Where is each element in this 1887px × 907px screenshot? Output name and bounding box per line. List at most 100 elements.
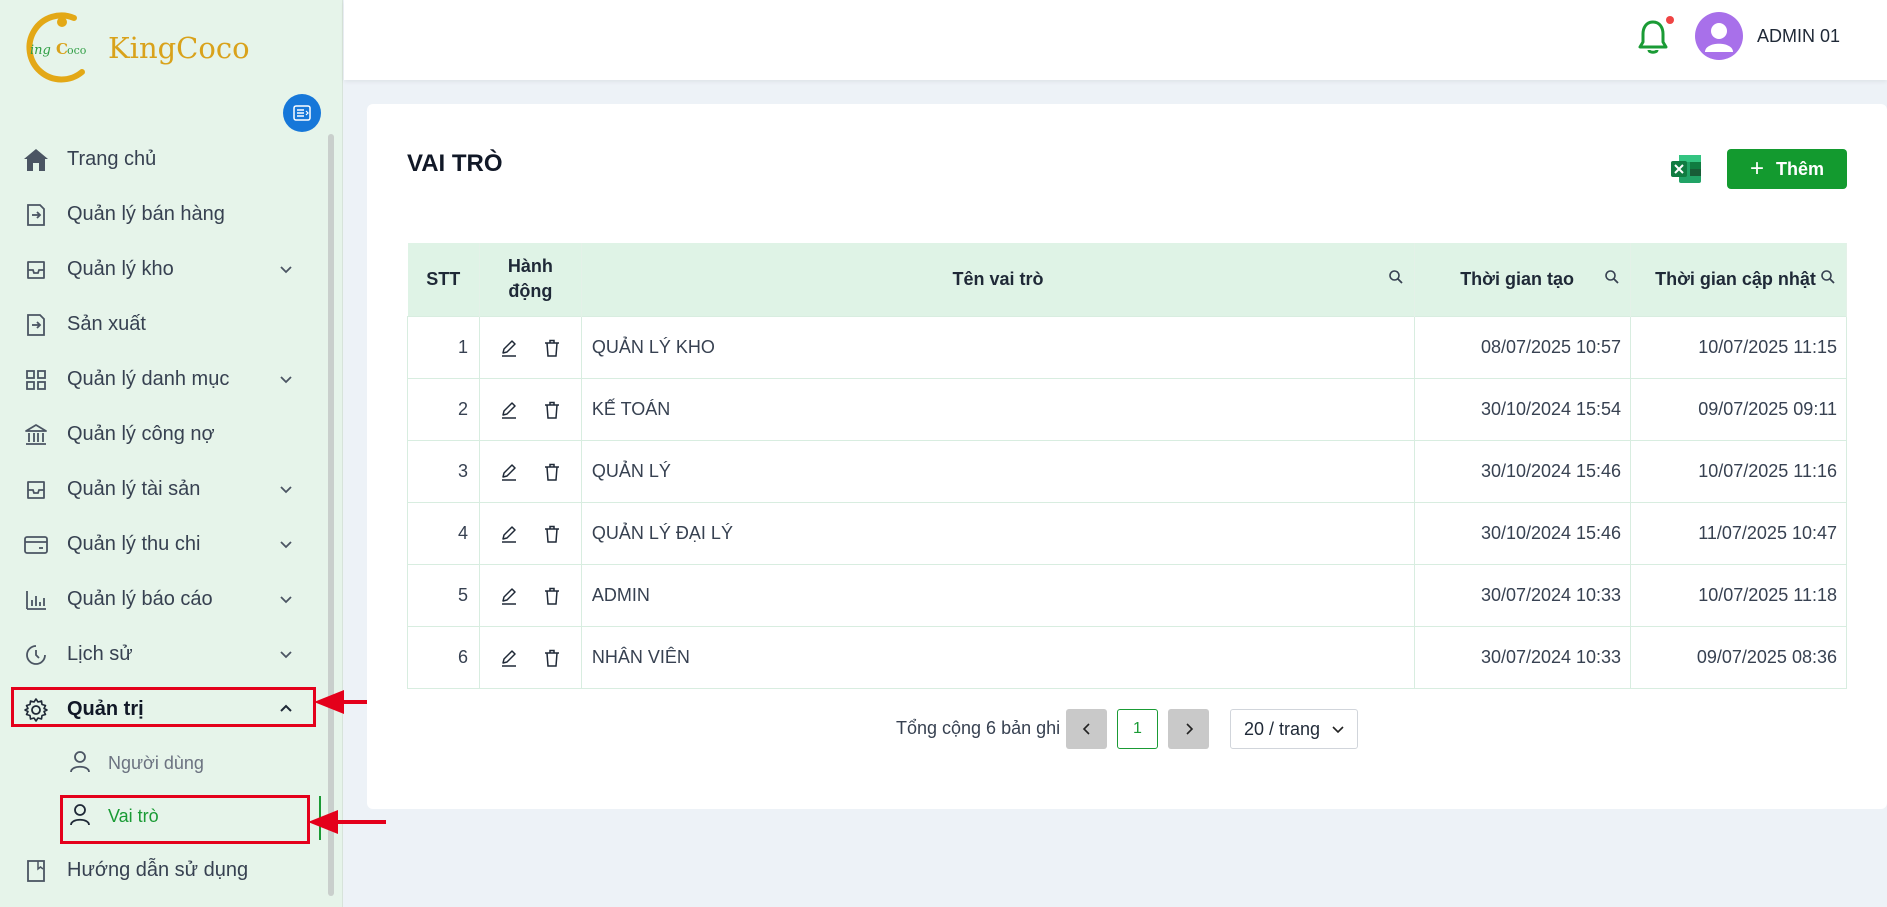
table-row: 5 ADMIN 30/07/2024 10:33 10/07/2025 11:1… [407, 563, 1847, 627]
sidebar-item-debts[interactable]: Quản lý công nợ [0, 407, 320, 462]
plus-icon: + [1749, 155, 1764, 182]
table-row: 4 QUẢN LÝ ĐẠI LÝ 30/10/2024 15:46 11/07/… [407, 501, 1847, 565]
edit-icon[interactable] [499, 400, 519, 420]
cell-created: 30/10/2024 15:54 [1414, 377, 1632, 441]
roles-table: STT Hành động Tên vai trò Thời gian tạo … [407, 243, 1847, 689]
chevron-left-icon [1082, 723, 1090, 735]
cell-updated: 10/07/2025 11:15 [1630, 315, 1847, 379]
column-header-label: Tên vai trò [952, 268, 1044, 289]
sidebar-item-income-expense[interactable]: Quản lý thu chi [0, 517, 320, 572]
sidebar-item-reports[interactable]: Quản lý báo cáo [0, 572, 320, 627]
page-size-select[interactable]: 20 / trang [1230, 709, 1358, 749]
add-button-label: Thêm [1776, 158, 1825, 179]
bar-chart-icon [22, 586, 50, 614]
delete-icon[interactable] [542, 524, 562, 544]
pagination: Tổng cộng 6 bản ghi 1 20 / trang [367, 707, 1887, 749]
chevron-down-icon [280, 266, 292, 274]
brand-logo[interactable]: ing C oco KingCoco [22, 10, 250, 86]
sidebar-item-label: Sản xuất [67, 313, 146, 335]
column-header-actions: Hành động [479, 243, 582, 316]
excel-export-icon[interactable] [1669, 152, 1703, 186]
pagination-next-button[interactable] [1168, 709, 1209, 749]
delete-icon[interactable] [542, 338, 562, 358]
cell-role-name: KẾ TOÁN [580, 377, 1416, 441]
sidebar-item-home[interactable]: Trang chủ [0, 132, 320, 187]
cell-actions [478, 439, 582, 503]
table-row: 2 KẾ TOÁN 30/10/2024 15:54 09/07/2025 09… [407, 377, 1847, 441]
edit-icon[interactable] [499, 524, 519, 544]
cell-actions [478, 501, 582, 565]
edit-icon[interactable] [499, 648, 519, 668]
cell-role-name: QUẢN LÝ [580, 439, 1416, 503]
sidebar-subitem-label: Người dùng [108, 753, 204, 773]
inbox-icon [22, 476, 50, 504]
search-icon[interactable] [1604, 269, 1620, 285]
sidebar-item-history[interactable]: Lịch sử [0, 627, 320, 682]
sidebar-item-categories[interactable]: Quản lý danh mục [0, 352, 320, 407]
bell-icon[interactable] [1636, 18, 1670, 56]
sidebar-item-label: Quản lý kho [67, 258, 174, 280]
sales-icon [22, 201, 50, 229]
cell-stt: 5 [407, 563, 480, 627]
cell-role-name: QUẢN LÝ KHO [580, 315, 1416, 379]
sidebar-item-warehouse[interactable]: Quản lý kho [0, 242, 320, 297]
cell-created: 30/07/2024 10:33 [1414, 625, 1632, 689]
user-name[interactable]: ADMIN 01 [1757, 26, 1840, 47]
pagination-total: Tổng cộng 6 bản ghi [896, 718, 1061, 738]
sidebar-item-label: Quản lý thu chi [67, 533, 201, 555]
avatar[interactable] [1695, 12, 1743, 60]
sidebar-menu: Trang chủ Quản lý bán hàng Quản lý kho S… [0, 132, 321, 898]
edit-icon[interactable] [499, 586, 519, 606]
brand-name: KingCoco [108, 31, 250, 65]
cell-updated: 11/07/2025 10:47 [1630, 501, 1847, 565]
sidebar-scrollbar[interactable] [328, 134, 334, 896]
chevron-down-icon [1332, 726, 1344, 734]
cell-updated: 09/07/2025 09:11 [1630, 377, 1847, 441]
delete-icon[interactable] [542, 400, 562, 420]
chevron-down-icon [280, 541, 292, 549]
add-role-button[interactable]: + Thêm [1727, 149, 1847, 189]
cell-created: 08/07/2025 10:57 [1414, 315, 1632, 379]
sidebar-item-label: Quản lý báo cáo [67, 588, 213, 610]
svg-text:oco: oco [67, 44, 87, 57]
sidebar-item-label: Trang chủ [67, 148, 157, 170]
sidebar-item-label: Quản lý danh mục [67, 368, 230, 390]
column-header-created: Thời gian tạo [1414, 243, 1632, 316]
column-header-label: Thời gian cập nhật [1655, 268, 1816, 289]
production-icon [22, 311, 50, 339]
sidebar-item-user-guide[interactable]: Hướng dẫn sử dụng [0, 843, 320, 898]
edit-icon[interactable] [499, 462, 519, 482]
table-row: 3 QUẢN LÝ 30/10/2024 15:46 10/07/2025 11… [407, 439, 1847, 503]
sidebar-item-sales[interactable]: Quản lý bán hàng [0, 187, 320, 242]
sidebar-item-label: Lịch sử [67, 643, 133, 665]
sidebar-item-assets[interactable]: Quản lý tài sản [0, 462, 320, 517]
cell-actions [478, 563, 582, 627]
page-title: VAI TRÒ [407, 150, 503, 177]
cell-role-name: QUẢN LÝ ĐẠI LÝ [580, 501, 1416, 565]
sidebar-collapse-button[interactable] [283, 94, 321, 132]
edit-icon[interactable] [499, 338, 519, 358]
sidebar-item-label: Quản lý công nợ [67, 423, 215, 445]
cell-actions [478, 315, 582, 379]
cell-updated: 09/07/2025 08:36 [1630, 625, 1847, 689]
pagination-prev-button[interactable] [1066, 709, 1107, 749]
cell-role-name: NHÂN VIÊN [580, 625, 1416, 689]
home-icon [22, 146, 50, 174]
cell-role-name: ADMIN [580, 563, 1416, 627]
main-card: VAI TRÒ + Thêm STT Hành động Tên vai trò… [367, 104, 1887, 809]
search-icon[interactable] [1388, 269, 1404, 285]
search-icon[interactable] [1820, 269, 1836, 285]
sidebar-subitem-users[interactable]: Người dùng [0, 737, 320, 790]
delete-icon[interactable] [542, 462, 562, 482]
chevron-down-icon [280, 651, 292, 659]
delete-icon[interactable] [542, 648, 562, 668]
cell-updated: 10/07/2025 11:18 [1630, 563, 1847, 627]
book-icon [22, 857, 50, 885]
pagination-page-current[interactable]: 1 [1117, 709, 1158, 749]
sidebar-item-production[interactable]: Sản xuất [0, 297, 320, 352]
history-icon [22, 641, 50, 669]
delete-icon[interactable] [542, 586, 562, 606]
kingcoco-logo-icon: ing C oco [26, 12, 87, 83]
cell-actions [478, 625, 582, 689]
table-row: 6 NHÂN VIÊN 30/07/2024 10:33 09/07/2025 … [407, 625, 1847, 689]
